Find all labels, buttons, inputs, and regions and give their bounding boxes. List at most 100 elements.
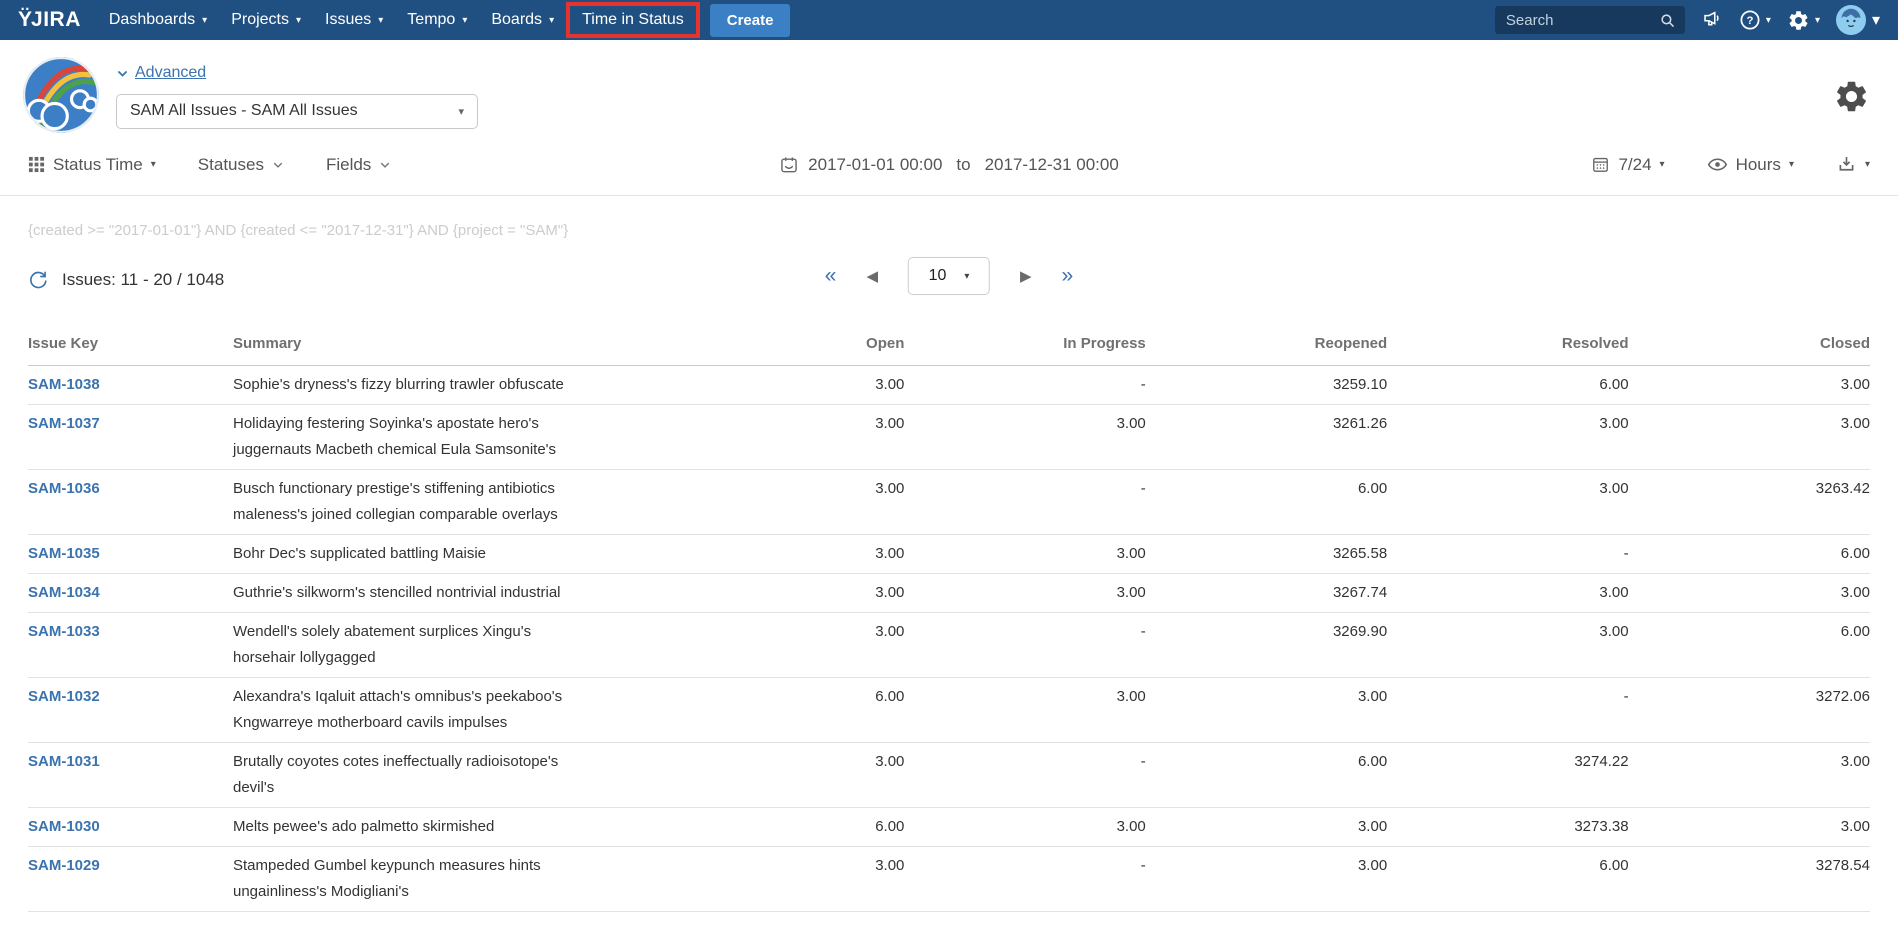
open-cell: 3.00 <box>663 613 904 678</box>
issue-key-link[interactable]: SAM-1030 <box>28 818 100 835</box>
issues-count-label: Issues: 11 - 20 / 1048 <box>62 270 224 290</box>
issue-key-link[interactable]: SAM-1034 <box>28 584 100 601</box>
resolved-cell: 6.00 <box>1387 366 1628 405</box>
nav-item-dashboards[interactable]: Dashboards▾ <box>97 2 219 38</box>
statuses-dropdown[interactable]: Statuses <box>198 155 284 175</box>
top-navbar: ŸJIRA Dashboards▾Projects▾Issues▾Tempo▾B… <box>0 0 1898 40</box>
gear-icon <box>1787 9 1810 32</box>
open-cell: 3.00 <box>663 366 904 405</box>
column-header-resolved: Resolved <box>1387 325 1628 366</box>
closed-cell: 3.00 <box>1629 405 1870 470</box>
table-row: SAM-1033Wendell's solely abatement surpl… <box>28 613 1870 678</box>
table-row: SAM-1038Sophie's dryness's fizzy blurrin… <box>28 366 1870 405</box>
nav-item-time-in-status[interactable]: Time in Status <box>566 2 700 38</box>
table-row: SAM-1034Guthrie's silkworm's stencilled … <box>28 574 1870 613</box>
search-icon[interactable] <box>1659 12 1676 29</box>
open-cell: 6.00 <box>663 678 904 743</box>
issue-key-cell: SAM-1032 <box>28 678 233 743</box>
issue-key-link[interactable]: SAM-1038 <box>28 376 100 393</box>
issue-key-link[interactable]: SAM-1032 <box>28 688 100 705</box>
calendar-icon <box>779 155 799 175</box>
search-box[interactable] <box>1495 6 1685 34</box>
in-progress-cell: - <box>904 847 1145 912</box>
issue-key-link[interactable]: SAM-1031 <box>28 753 100 770</box>
calendar-mode-dropdown[interactable]: 7/24 ▾ <box>1591 155 1664 175</box>
open-cell: 3.00 <box>663 743 904 808</box>
issue-key-link[interactable]: SAM-1029 <box>28 857 100 874</box>
in-progress-cell: - <box>904 470 1145 535</box>
page-size-select[interactable]: 10 ▾ <box>908 257 990 295</box>
open-cell: 3.00 <box>663 574 904 613</box>
announcements-icon[interactable] <box>1701 9 1723 31</box>
issue-key-cell: SAM-1035 <box>28 535 233 574</box>
reopened-cell: 3.00 <box>1146 847 1387 912</box>
resolved-cell: 3274.22 <box>1387 743 1628 808</box>
report-settings-gear-icon[interactable] <box>1833 78 1870 115</box>
last-page-button[interactable]: » <box>1062 264 1074 288</box>
issue-key-link[interactable]: SAM-1035 <box>28 545 100 562</box>
export-dropdown[interactable]: ▾ <box>1836 154 1870 175</box>
admin-settings-menu[interactable]: ▾ <box>1787 9 1820 32</box>
summary-cell: Bohr Dec's supplicated battling Maisie <box>233 535 663 574</box>
issues-table-wrap: Issue KeySummaryOpenIn ProgressReopenedR… <box>0 297 1898 912</box>
resolved-cell: - <box>1387 678 1628 743</box>
calendar-grid-icon <box>1591 155 1610 174</box>
nav-item-issues[interactable]: Issues▾ <box>313 2 395 38</box>
in-progress-cell: 3.00 <box>904 405 1145 470</box>
table-row: SAM-1029Stampeded Gumbel keypunch measur… <box>28 847 1870 912</box>
report-type-dropdown[interactable]: Status Time ▾ <box>28 155 156 175</box>
issue-key-cell: SAM-1031 <box>28 743 233 808</box>
jira-logo[interactable]: ŸJIRA <box>18 8 81 32</box>
caret-down-icon: ▾ <box>202 15 207 26</box>
date-to: 2017-12-31 00:00 <box>985 155 1119 175</box>
caret-down-icon: ▾ <box>1872 10 1880 30</box>
column-header-issue-key: Issue Key <box>28 325 233 366</box>
avatar <box>1836 5 1866 35</box>
issue-key-cell: SAM-1033 <box>28 613 233 678</box>
table-row: SAM-1035 Bohr Dec's supplicated battling … <box>28 535 1870 574</box>
issue-key-cell: SAM-1036 <box>28 470 233 535</box>
user-menu[interactable]: ▾ <box>1836 5 1880 35</box>
open-cell: 3.00 <box>663 847 904 912</box>
in-progress-cell: 3.00 <box>904 678 1145 743</box>
chevron-down-icon <box>379 159 391 171</box>
nav-item-tempo[interactable]: Tempo▾ <box>395 2 479 38</box>
help-menu[interactable]: ? ▾ <box>1739 9 1771 31</box>
date-from: 2017-01-01 00:00 <box>808 155 942 175</box>
summary-cell: Alexandra's Iqaluit attach's omnibus's p… <box>233 678 663 743</box>
summary-cell: Holidaying festering Soyinka's apostate … <box>233 405 663 470</box>
fields-dropdown[interactable]: Fields <box>326 155 391 175</box>
column-header-in-progress: In Progress <box>904 325 1145 366</box>
issue-key-cell: SAM-1034 <box>28 574 233 613</box>
issues-table: Issue KeySummaryOpenIn ProgressReopenedR… <box>28 325 1870 912</box>
resolved-cell: 3.00 <box>1387 574 1628 613</box>
table-row: SAM-1037 Holidaying festering Soyinka's a… <box>28 405 1870 470</box>
saved-filter-select[interactable]: SAM All Issues - SAM All Issues ▾ <box>116 94 478 129</box>
reopened-cell: 3259.10 <box>1146 366 1387 405</box>
search-input[interactable] <box>1504 11 1644 30</box>
unit-dropdown[interactable]: Hours ▾ <box>1707 154 1794 175</box>
nav-item-projects[interactable]: Projects▾ <box>219 2 313 38</box>
create-button[interactable]: Create <box>710 4 791 37</box>
caret-down-icon: ▾ <box>1789 159 1794 170</box>
issue-key-link[interactable]: SAM-1037 <box>28 415 100 432</box>
resolved-cell: 6.00 <box>1387 847 1628 912</box>
resolved-cell: 3.00 <box>1387 470 1628 535</box>
closed-cell: 3278.54 <box>1629 847 1870 912</box>
closed-cell: 3.00 <box>1629 743 1870 808</box>
prev-page-button[interactable]: ◀ <box>866 267 878 285</box>
first-page-button[interactable]: « <box>825 264 837 288</box>
next-page-button[interactable]: ▶ <box>1020 267 1032 285</box>
chevron-down-icon <box>272 159 284 171</box>
refresh-icon[interactable] <box>28 270 48 290</box>
issue-key-link[interactable]: SAM-1036 <box>28 480 100 497</box>
issue-key-link[interactable]: SAM-1033 <box>28 623 100 640</box>
date-range-picker[interactable]: 2017-01-01 00:00 to 2017-12-31 00:00 <box>779 155 1119 175</box>
closed-cell: 3272.06 <box>1629 678 1870 743</box>
page-size-value: 10 <box>929 267 947 285</box>
issue-key-cell: SAM-1030 <box>28 808 233 847</box>
closed-cell: 3263.42 <box>1629 470 1870 535</box>
caret-down-icon: ▾ <box>378 15 383 26</box>
nav-item-boards[interactable]: Boards▾ <box>479 2 566 38</box>
advanced-toggle[interactable]: Advanced <box>116 64 206 82</box>
